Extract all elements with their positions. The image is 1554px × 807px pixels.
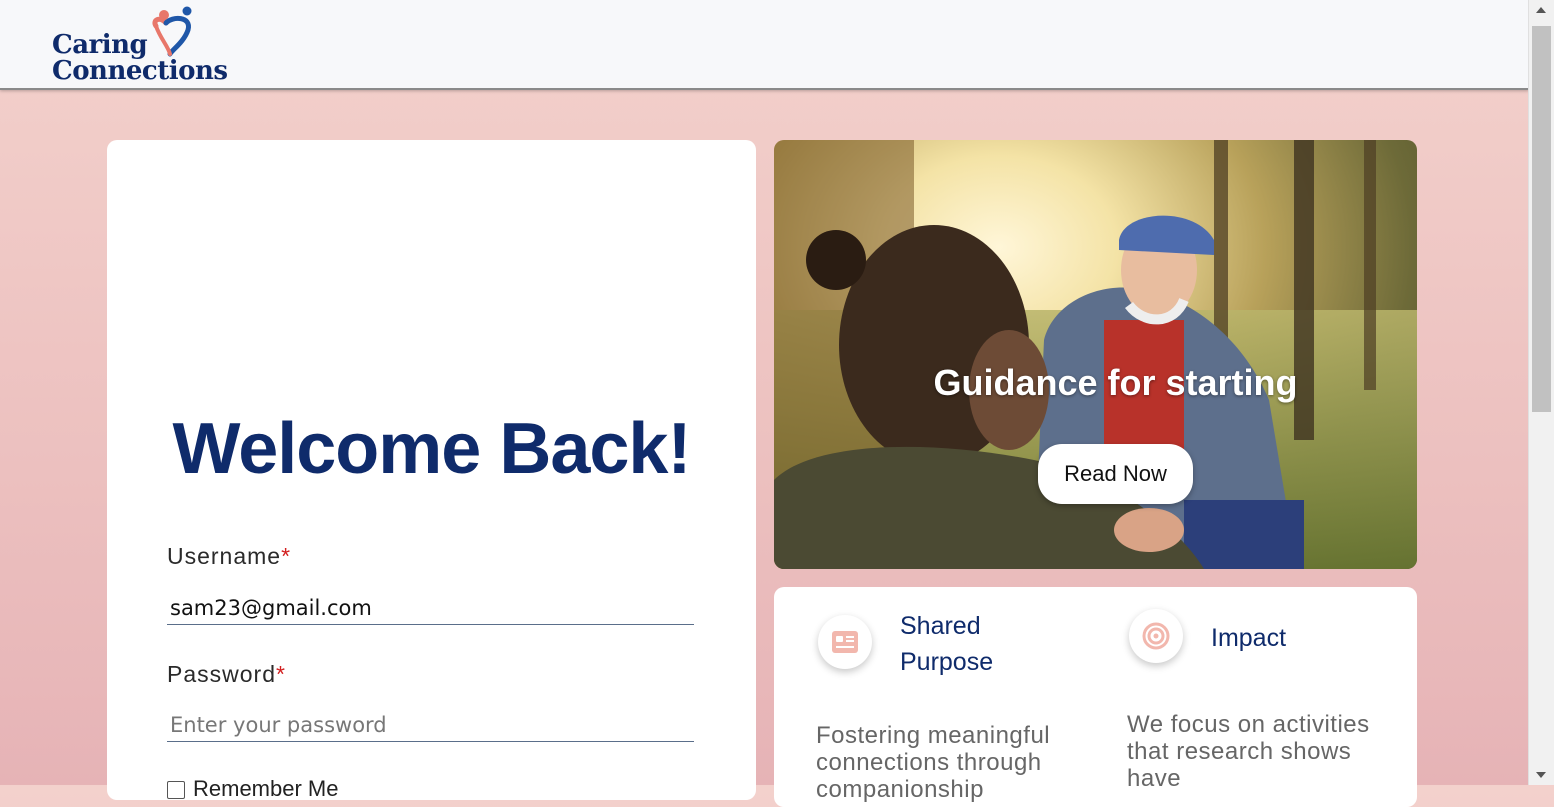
remember-me-checkbox[interactable] (167, 781, 185, 799)
username-label: Username* (167, 543, 291, 570)
password-label: Password* (167, 661, 286, 688)
logo-text-line1: Caring (52, 30, 148, 60)
heart-people-logo-icon (152, 6, 192, 57)
feature-title-impact: Impact (1211, 624, 1287, 652)
login-card: Welcome Back! Username* Password* Rememb… (107, 140, 756, 801)
remember-me-label: Remember Me (193, 776, 339, 801)
username-input[interactable] (167, 591, 694, 625)
feature-title-shared-purpose: Shared Purpose (900, 612, 994, 676)
hero-heading: Guidance for starting (933, 362, 1298, 403)
feature-desc-shared-purpose: Fostering meaningful connections through… (816, 722, 1051, 803)
hero-photo-image (774, 140, 1417, 569)
scroll-down-arrow-icon[interactable] (1536, 772, 1546, 778)
feature-desc-impact: We focus on activities that research sho… (1127, 711, 1370, 792)
password-input[interactable] (167, 708, 694, 742)
vertical-scrollbar[interactable] (1528, 0, 1554, 785)
features-card: Shared Purpose Fostering meaningful conn… (774, 587, 1417, 807)
scroll-up-arrow-icon[interactable] (1536, 7, 1546, 13)
welcome-title: Welcome Back! (172, 409, 692, 489)
target-icon (1129, 609, 1183, 663)
caring-connections-logo[interactable]: Caring Connections (52, 6, 242, 86)
username-required-mark: * (281, 543, 292, 569)
hero-banner: Guidance for starting Read Now (774, 140, 1417, 569)
id-card-icon (818, 615, 872, 669)
scrollbar-thumb[interactable] (1532, 26, 1551, 412)
username-label-text: Username (167, 543, 282, 569)
top-navbar: Caring Connections (0, 0, 1529, 90)
password-required-mark: * (275, 661, 286, 687)
read-now-button[interactable]: Read Now (1038, 444, 1193, 504)
logo-text-line2: Connections (52, 56, 228, 86)
password-label-text: Password (167, 661, 276, 687)
